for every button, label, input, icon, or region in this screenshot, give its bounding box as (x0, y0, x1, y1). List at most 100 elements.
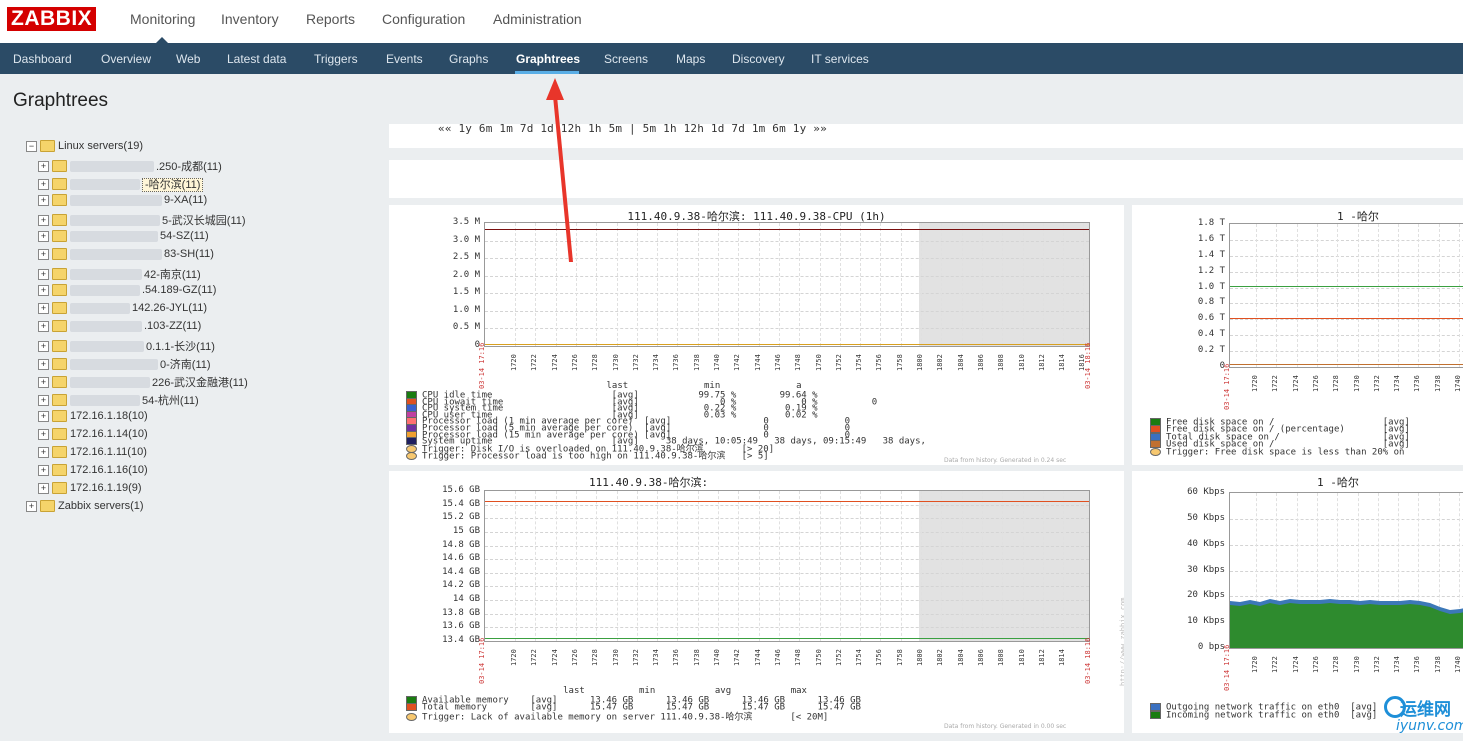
submenu-events[interactable]: Events (386, 52, 423, 66)
x-tick-label: 1734 (1393, 656, 1402, 673)
menu-configuration[interactable]: Configuration (382, 11, 465, 27)
menu-monitoring[interactable]: Monitoring (130, 11, 195, 27)
tree-host-item[interactable]: +42-南京(11) (38, 266, 201, 282)
x-tick-label: 1736 (672, 354, 681, 371)
submenu-maps[interactable]: Maps (676, 52, 705, 66)
expand-icon[interactable]: + (38, 340, 49, 352)
expand-icon[interactable]: + (38, 428, 49, 440)
tree-group-zabbix-servers[interactable]: + Zabbix servers(1) (26, 500, 144, 516)
y-tick-label: 13.6 GB (442, 621, 480, 631)
time-scrollbar-panel[interactable] (389, 160, 1463, 198)
grid-line (616, 223, 618, 346)
collapse-icon[interactable]: − (26, 140, 37, 152)
tree-host-item[interactable]: +54-SZ(11) (38, 230, 209, 246)
redacted-text (70, 376, 150, 388)
tree-host-item[interactable]: +0.1.1-长沙(11) (38, 338, 215, 354)
tree-host-item[interactable]: +172.16.1.19(9) (38, 482, 142, 498)
expand-icon[interactable]: + (38, 268, 49, 280)
expand-icon[interactable]: + (38, 194, 49, 206)
x-tick-label: 1746 (773, 649, 782, 666)
y-tick-label: 14 GB (452, 594, 480, 604)
redacted-text (70, 320, 142, 332)
x-end-label: 03-14 18:16 (1084, 637, 1092, 684)
tree-host-item[interactable]: +142.26-JYL(11) (38, 302, 207, 318)
expand-icon[interactable]: + (38, 284, 49, 296)
submenu-discovery[interactable]: Discovery (732, 52, 785, 66)
expand-icon[interactable]: + (38, 376, 49, 388)
grid-line (1230, 288, 1463, 289)
period-links[interactable]: «« 1y 6m 1m 7d 1d 12h 1h 5m | 5m 1h 12h … (438, 122, 827, 135)
grid-line (1230, 319, 1463, 320)
active-tab-underline (515, 71, 579, 74)
x-tick-label: 1720 (1251, 375, 1259, 392)
legend-item: Incoming network traffic on eth0 [avg] (1150, 711, 1377, 721)
plot-area[interactable] (484, 222, 1090, 347)
expand-icon[interactable]: + (38, 302, 49, 314)
tree-group-linux-servers[interactable]: − Linux servers(19) (26, 140, 143, 156)
expand-icon[interactable]: + (38, 178, 49, 190)
tree-host-item[interactable]: +9-XA(11) (38, 194, 207, 210)
tree-host-item[interactable]: + .54.189-GZ(11) (38, 284, 216, 300)
submenu-web[interactable]: Web (176, 52, 200, 66)
submenu-dashboard[interactable]: Dashboard (13, 52, 72, 66)
series-cpu-baseline (485, 344, 1089, 345)
disk-graph-title: 1 -哈尔 (1337, 210, 1379, 223)
x-tick-label: 1726 (1311, 656, 1320, 673)
plot-area[interactable] (1229, 492, 1463, 649)
tree-host-label: .54.189-GZ(11) (142, 284, 217, 297)
expand-icon[interactable]: + (38, 320, 49, 332)
x-tick-label: 1806 (976, 354, 985, 371)
submenu-it-services[interactable]: IT services (811, 52, 869, 66)
tree-host-item[interactable]: +83-SH(11) (38, 248, 214, 264)
plot-area[interactable] (484, 490, 1090, 642)
menu-reports[interactable]: Reports (306, 11, 355, 27)
submenu-triggers[interactable]: Triggers (314, 52, 358, 66)
tree-host-item[interactable]: + .250-成都(11) (38, 158, 222, 174)
expand-icon[interactable]: + (38, 214, 49, 226)
expand-icon[interactable]: + (38, 446, 49, 458)
tree-host-label: 172.16.1.16(10) (70, 464, 148, 477)
submenu-latest-data[interactable]: Latest data (227, 52, 286, 66)
plot-area[interactable] (1229, 223, 1463, 368)
x-end-label: 03-14 18:16 (1084, 342, 1092, 389)
grid-line (1083, 223, 1085, 346)
tree-host-label: 9-XA(11) (164, 194, 208, 207)
expand-icon[interactable]: + (38, 230, 49, 242)
submenu-graphtrees[interactable]: Graphtrees (516, 52, 580, 66)
tree-host-item[interactable]: +226-武汉金融港(11) (38, 374, 248, 390)
expand-icon[interactable]: + (38, 394, 49, 406)
tree-host-item[interactable]: +0-济南(11) (38, 356, 211, 372)
tree-host-item[interactable]: +172.16.1.16(10) (38, 464, 148, 480)
folder-icon (52, 446, 67, 459)
expand-icon[interactable]: + (38, 160, 49, 172)
top-navigation: ZABBIX Monitoring Inventory Reports Conf… (0, 0, 1463, 43)
expand-icon[interactable]: + (38, 482, 49, 494)
tree-host-item[interactable]: + -哈尔滨(11) (38, 176, 204, 192)
tree-host-item[interactable]: +172.16.1.11(10) (38, 446, 147, 462)
x-start-label: 03-14 17:16 (478, 637, 486, 684)
menu-inventory[interactable]: Inventory (221, 11, 279, 27)
zabbix-logo[interactable]: ZABBIX (7, 7, 97, 31)
menu-administration[interactable]: Administration (493, 11, 582, 27)
y-tick-label: 15 GB (452, 526, 480, 536)
expand-icon[interactable]: + (38, 358, 49, 370)
tree-host-item[interactable]: + .103-ZZ(11) (38, 320, 201, 336)
tree-host-item[interactable]: +172.16.1.18(10) (38, 410, 148, 426)
expand-icon[interactable]: + (38, 464, 49, 476)
tree-host-item[interactable]: +5-武汉长城园(11) (38, 212, 246, 228)
submenu-screens[interactable]: Screens (604, 52, 648, 66)
tree-host-item[interactable]: +172.16.1.14(10) (38, 428, 148, 444)
y-tick-label: 0 bps (1197, 642, 1225, 652)
y-tick-label: 0.5 M (452, 322, 480, 332)
grid-line (921, 223, 922, 346)
expand-icon[interactable]: + (26, 500, 37, 512)
grid-line (555, 491, 557, 641)
submenu-overview[interactable]: Overview (101, 52, 151, 66)
submenu-graphs[interactable]: Graphs (449, 52, 488, 66)
tree-group-label: Zabbix servers(1) (58, 500, 144, 513)
x-tick-label: 1728 (591, 649, 600, 666)
tree-host-item[interactable]: +54-杭州(11) (38, 392, 199, 408)
expand-icon[interactable]: + (38, 248, 49, 260)
expand-icon[interactable]: + (38, 410, 49, 422)
x-tick-label: 1728 (1332, 375, 1341, 392)
